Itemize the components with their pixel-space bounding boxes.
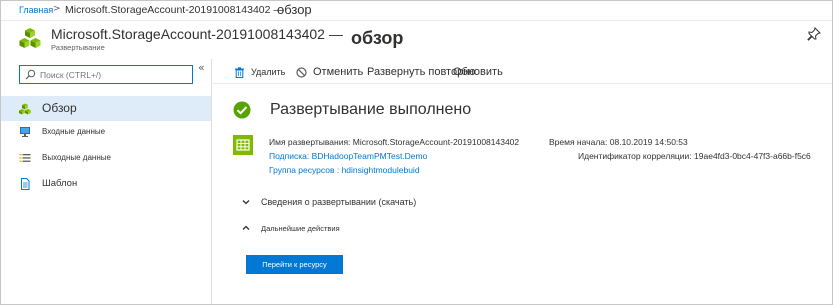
sidebar-item-label: Обзор bbox=[42, 101, 77, 115]
deployment-details-label: Сведения о развертывании (скачать) bbox=[261, 197, 417, 207]
subscription-row: Подписка: BDHadoopTeamPMTest.Demo bbox=[269, 151, 427, 161]
sidebar-item-label: Входные данные bbox=[42, 127, 106, 136]
main-content: Удалить Отменить Развернуть повторно Обн… bbox=[213, 59, 832, 304]
overview-cubes-icon bbox=[19, 103, 31, 115]
trash-icon bbox=[235, 66, 244, 78]
deployment-details-section[interactable]: Сведения о развертывании (скачать) bbox=[241, 195, 416, 209]
cancel-button[interactable]: Отменить bbox=[296, 64, 363, 80]
pin-icon[interactable] bbox=[807, 27, 821, 41]
subscription-label: Подписка: bbox=[269, 151, 310, 161]
success-check-icon bbox=[233, 101, 251, 119]
start-time-row: Время начала: 08.10.2019 14:50:53 bbox=[549, 137, 688, 147]
resource-group-label: Группа ресурсов : bbox=[269, 165, 340, 175]
refresh-button[interactable]: Обновить bbox=[453, 64, 503, 80]
resource-group-cubes-icon bbox=[19, 28, 41, 48]
toolbar-divider bbox=[213, 83, 832, 84]
subscription-link[interactable]: BDHadoopTeamPMTest.Demo bbox=[312, 151, 428, 161]
page-subtitle: Развертывание bbox=[51, 43, 105, 52]
delete-button[interactable]: Удалить bbox=[234, 64, 285, 80]
deployment-name-label: Имя развертывания: bbox=[269, 137, 351, 147]
correlation-label: Идентификатор корреляции: bbox=[578, 151, 692, 161]
refresh-label: Обновить bbox=[453, 66, 503, 78]
next-steps-section[interactable]: Дальнейшие действия bbox=[241, 221, 340, 235]
breadcrumb-separator: > bbox=[53, 4, 61, 14]
sidebar-item-template[interactable]: Шаблон bbox=[1, 172, 211, 197]
sidebar-item-label: Шаблон bbox=[42, 178, 78, 189]
page-title: Microsoft.StorageAccount-20191008143402 … bbox=[51, 26, 343, 42]
deployment-name-value: Microsoft.StorageAccount-20191008143402 bbox=[352, 137, 520, 147]
resource-group-row: Группа ресурсов : hdinsightmodulebuid bbox=[269, 165, 420, 175]
deployment-icon bbox=[233, 135, 253, 155]
list-icon bbox=[19, 154, 31, 162]
start-time-label: Время начала: bbox=[549, 137, 608, 147]
deployment-name-row: Имя развертывания: Microsoft.StorageAcco… bbox=[269, 137, 519, 147]
search-input[interactable] bbox=[40, 68, 190, 81]
blade-header: Microsoft.StorageAccount-20191008143402 … bbox=[1, 21, 832, 59]
breadcrumb-current: Microsoft.StorageAccount-20191008143402 … bbox=[65, 4, 284, 16]
deployment-status-title: Развертывание выполнено bbox=[270, 101, 472, 118]
page-title-overview: обзор bbox=[351, 28, 404, 48]
breadcrumb-overview: обзор bbox=[277, 2, 312, 17]
sidebar: « Обзор Входные данные bbox=[1, 59, 212, 304]
document-icon bbox=[21, 178, 30, 190]
correlation-row: Идентификатор корреляции: 19ae4fd3-0bc4-… bbox=[578, 151, 811, 161]
chevron-down-icon bbox=[242, 200, 250, 205]
start-time-value: 08.10.2019 14:50:53 bbox=[609, 137, 688, 147]
correlation-value: 19ae4fd3-0bc4-47f3-a66b-f5c6 bbox=[694, 151, 811, 161]
monitor-icon bbox=[20, 127, 30, 137]
resource-group-link[interactable]: hdinsightmodulebuid bbox=[342, 165, 420, 175]
cancel-icon bbox=[296, 66, 307, 78]
breadcrumb-home-link[interactable]: Главная bbox=[19, 5, 53, 15]
sidebar-item-label: Выходные данные bbox=[42, 153, 111, 162]
delete-label: Удалить bbox=[251, 67, 286, 77]
search-box[interactable] bbox=[19, 65, 193, 84]
sidebar-item-inputs[interactable]: Входные данные bbox=[1, 120, 211, 145]
portal-frame: Главная > Microsoft.StorageAccount-20191… bbox=[0, 0, 833, 305]
collapse-sidebar-icon[interactable]: « bbox=[198, 61, 205, 74]
search-icon bbox=[25, 69, 36, 80]
go-to-resource-button[interactable]: Перейти к ресурсу bbox=[246, 255, 343, 274]
sidebar-item-outputs[interactable]: Выходные данные bbox=[1, 146, 211, 171]
next-steps-label: Дальнейшие действия bbox=[261, 223, 340, 233]
breadcrumb: Главная > Microsoft.StorageAccount-20191… bbox=[1, 1, 832, 21]
cancel-label: Отменить bbox=[313, 66, 364, 78]
chevron-up-icon bbox=[242, 225, 250, 230]
toolbar: Удалить Отменить Развернуть повторно Обн… bbox=[213, 59, 832, 84]
sidebar-item-overview[interactable]: Обзор bbox=[1, 96, 211, 121]
